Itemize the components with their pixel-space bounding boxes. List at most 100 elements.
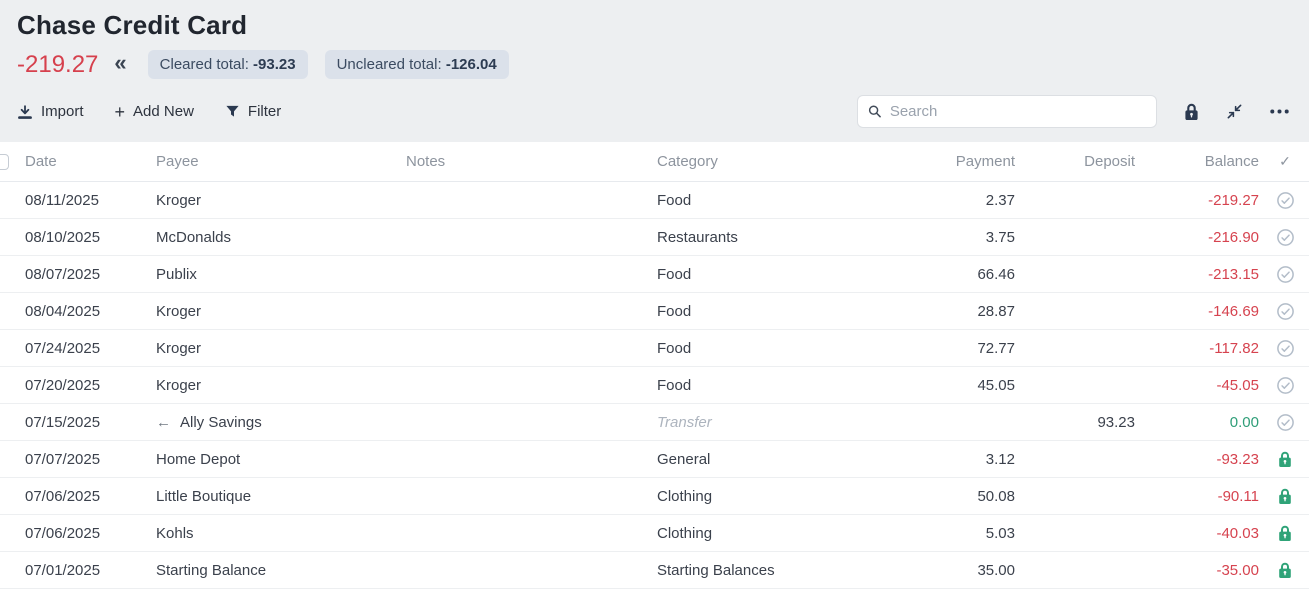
transaction-status[interactable] [1261,562,1309,579]
header-notes[interactable]: Notes [406,153,657,170]
transaction-row[interactable]: 08/10/2025 McDonalds Restaurants 3.75 -2… [0,219,1309,256]
search-input[interactable] [890,103,1146,120]
transaction-payment[interactable]: 66.46 [907,266,1017,283]
transaction-category[interactable]: Food [657,303,907,320]
transaction-payee[interactable]: ←Ally Savings [156,414,406,431]
transaction-category[interactable]: Clothing [657,525,907,542]
more-options-button[interactable] [1270,109,1289,114]
cleared-check-icon [1276,376,1295,395]
transaction-payee[interactable]: Little Boutique [156,488,406,505]
transaction-payee[interactable]: McDonalds [156,229,406,246]
transaction-category[interactable]: Food [657,377,907,394]
transaction-date[interactable]: 08/07/2025 [25,266,156,283]
transaction-payment[interactable]: 3.12 [907,451,1017,468]
transaction-payee[interactable]: Kohls [156,525,406,542]
header-deposit[interactable]: Deposit [1017,153,1137,170]
transaction-row[interactable]: 07/24/2025 Kroger Food 72.77 -117.82 [0,330,1309,367]
transaction-date[interactable]: 07/24/2025 [25,340,156,357]
privacy-lock-button[interactable] [1184,103,1199,121]
transaction-status[interactable] [1261,191,1309,210]
transaction-date[interactable]: 07/20/2025 [25,377,156,394]
transaction-date[interactable]: 07/06/2025 [25,525,156,542]
transaction-payee[interactable]: Kroger [156,340,406,357]
transaction-row[interactable]: 07/06/2025 Little Boutique Clothing 50.0… [0,478,1309,515]
transaction-category[interactable]: Food [657,192,907,209]
search-box[interactable] [857,95,1157,128]
transaction-row[interactable]: 07/20/2025 Kroger Food 45.05 -45.05 [0,367,1309,404]
transaction-payment[interactable]: 5.03 [907,525,1017,542]
filter-label: Filter [248,103,281,120]
transaction-payment[interactable]: 35.00 [907,562,1017,579]
cleared-check-icon [1276,413,1295,432]
transaction-payment[interactable]: 28.87 [907,303,1017,320]
collapse-view-button[interactable] [1226,103,1243,120]
transaction-payment[interactable]: 45.05 [907,377,1017,394]
header-payee[interactable]: Payee [156,153,406,170]
transaction-row[interactable]: 08/07/2025 Publix Food 66.46 -213.15 [0,256,1309,293]
transaction-payee[interactable]: Kroger [156,377,406,394]
transaction-category[interactable]: Transfer [657,414,907,431]
transaction-date[interactable]: 08/04/2025 [25,303,156,320]
payee-text: Ally Savings [180,414,262,431]
add-new-label: Add New [133,103,194,120]
transaction-status[interactable] [1261,339,1309,358]
transaction-row[interactable]: 07/15/2025 ←Ally Savings Transfer 93.23 … [0,404,1309,441]
transaction-payee[interactable]: Kroger [156,192,406,209]
transaction-payee[interactable]: Publix [156,266,406,283]
reconciled-lock-icon [1278,562,1292,579]
transaction-row[interactable]: 07/01/2025 Starting Balance Starting Bal… [0,552,1309,589]
payee-text: Kroger [156,192,201,209]
collapse-balances-icon[interactable]: « [114,52,126,77]
transaction-category[interactable]: General [657,451,907,468]
transaction-payee[interactable]: Starting Balance [156,562,406,579]
transaction-balance: -93.23 [1137,451,1261,468]
transaction-payment[interactable]: 2.37 [907,192,1017,209]
cleared-check-icon [1276,191,1295,210]
transaction-date[interactable]: 07/15/2025 [25,414,156,431]
transaction-status[interactable] [1261,376,1309,395]
transaction-status[interactable] [1261,302,1309,321]
transaction-row[interactable]: 08/11/2025 Kroger Food 2.37 -219.27 [0,182,1309,219]
transaction-category[interactable]: Food [657,266,907,283]
transaction-status[interactable] [1261,525,1309,542]
transaction-category[interactable]: Clothing [657,488,907,505]
import-button[interactable]: Import [17,103,84,120]
transaction-category[interactable]: Restaurants [657,229,907,246]
transaction-date[interactable]: 07/01/2025 [25,562,156,579]
transaction-payment[interactable]: 50.08 [907,488,1017,505]
transaction-status[interactable] [1261,451,1309,468]
transaction-date[interactable]: 08/10/2025 [25,229,156,246]
transaction-status[interactable] [1261,228,1309,247]
transaction-balance: -90.11 [1137,488,1261,505]
uncleared-total-badge[interactable]: Uncleared total: -126.04 [325,50,509,79]
transaction-row[interactable]: 07/06/2025 Kohls Clothing 5.03 -40.03 [0,515,1309,552]
transaction-payee[interactable]: Home Depot [156,451,406,468]
transaction-status[interactable] [1261,265,1309,284]
ellipsis-icon [1270,109,1289,114]
transaction-row[interactable]: 08/04/2025 Kroger Food 28.87 -146.69 [0,293,1309,330]
transaction-date[interactable]: 07/06/2025 [25,488,156,505]
header-payment[interactable]: Payment [907,153,1017,170]
transaction-row[interactable]: 07/07/2025 Home Depot General 3.12 -93.2… [0,441,1309,478]
uncleared-total-value: -126.04 [446,56,497,73]
cleared-total-badge[interactable]: Cleared total: -93.23 [148,50,308,79]
transaction-deposit[interactable]: 93.23 [1017,414,1137,431]
transaction-date[interactable]: 07/07/2025 [25,451,156,468]
transaction-payment[interactable]: 3.75 [907,229,1017,246]
transaction-date[interactable]: 08/11/2025 [25,192,156,209]
filter-button[interactable]: Filter [225,103,281,120]
header-category[interactable]: Category [657,153,907,170]
select-all-checkbox[interactable] [0,154,9,170]
header-date[interactable]: Date [25,153,156,170]
transaction-category[interactable]: Starting Balances [657,562,907,579]
cleared-check-icon [1276,265,1295,284]
header-cleared-check-icon[interactable]: ✓ [1261,153,1309,170]
transaction-category[interactable]: Food [657,340,907,357]
transaction-balance: -213.15 [1137,266,1261,283]
transaction-payee[interactable]: Kroger [156,303,406,320]
add-new-button[interactable]: + Add New [115,103,194,121]
transaction-payment[interactable]: 72.77 [907,340,1017,357]
transaction-status[interactable] [1261,488,1309,505]
transaction-status[interactable] [1261,413,1309,432]
transaction-balance: -45.05 [1137,377,1261,394]
